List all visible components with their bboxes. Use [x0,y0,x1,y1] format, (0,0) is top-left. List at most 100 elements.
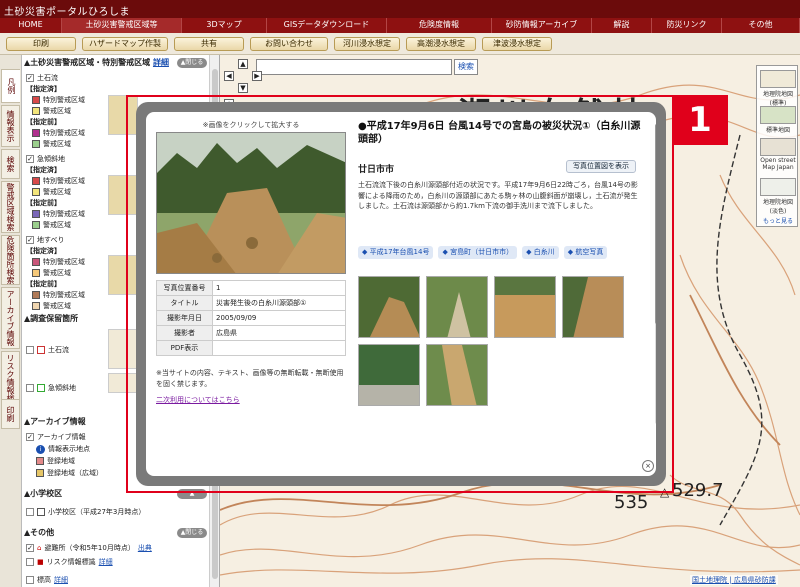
nav-sediment-warning-areas[interactable]: 土砂災害警戒区域等 [62,18,182,33]
popup-right-column: ●平成17年9月6日 台風14号での宮島の被災状況①（白糸川源頭部） 廿日市市 … [358,120,643,470]
checkbox[interactable]: ✓ [26,236,34,244]
storm-surge-button[interactable]: 高潮浸水想定 [406,37,476,51]
legend-section-title: ▲小学校区 [24,489,63,498]
checkbox[interactable]: ✓ [26,544,34,552]
popup-close-icon[interactable]: × [642,460,654,472]
swatch [32,129,40,137]
nav-other[interactable]: その他 [722,18,800,33]
photo-thumbnail[interactable] [494,276,556,338]
legend-row: 特別警戒区域 [32,176,85,186]
legend-row[interactable]: ■ リスク情報標識 詳細 [26,557,113,567]
nav-home[interactable]: HOME [0,18,62,33]
swatch [36,457,44,465]
tab-legend[interactable]: 凡例 [1,69,20,103]
swatch [32,177,40,185]
tag[interactable]: ◆ 宮島町（廿日市市） [438,246,518,259]
tab-archive-search[interactable]: アーカイブ情報検索 [1,287,20,349]
checkbox[interactable] [26,346,34,354]
elevation-detail-link[interactable]: 詳細 [54,575,68,585]
legend-row[interactable]: ✓ ⌂ 避難所（令和5年10月時点） 出典 [26,543,152,553]
nav-sabo-archive[interactable]: 砂防情報アーカイブ [492,18,592,33]
share-button[interactable]: 共有 [174,37,244,51]
shelter-source-link[interactable]: 出典 [138,543,152,553]
tab-hazard-spot-search[interactable]: 危険箇所検索 [1,235,20,285]
legend-section-title: ▲調査保留箇所 [24,314,79,323]
photo-thumbnail[interactable] [358,276,420,338]
tag-icon: ◆ [526,248,532,256]
legend-row[interactable]: ✓ 土石流 [26,73,58,83]
tsunami-button[interactable]: 津波浸水想定 [482,37,552,51]
checkbox[interactable] [26,558,34,566]
checkbox[interactable] [26,384,34,392]
toolbar: 印刷 ハザードマップ作製 共有 お問い合わせ 河川浸水想定 高潮浸水想定 津波浸… [0,33,800,55]
map-elevation-label: 535 [614,492,649,513]
nav-3d-map[interactable]: 3Dマップ [182,18,267,33]
main-photo[interactable] [156,132,346,274]
legend-row[interactable]: ✓ 急傾斜地 [26,154,65,164]
secondary-use-link[interactable]: 二次利用についてはこちら [156,395,240,405]
legend-row[interactable]: ✓ 地すべり [26,235,65,245]
tag[interactable]: ◆ 白糸川 [522,246,559,259]
checkbox[interactable] [26,508,34,516]
pan-left-icon[interactable]: ◀ [224,71,234,81]
nav-explanation[interactable]: 解説 [592,18,652,33]
photo-thumbnail[interactable] [358,344,420,406]
hazard-map-button[interactable]: ハザードマップ作製 [82,37,168,51]
checkbox[interactable]: ✓ [26,433,34,441]
legend-sample-map [108,255,138,295]
checkbox[interactable] [26,576,34,584]
tag[interactable]: ◆ 平成17年台風14号 [358,246,434,259]
contact-button[interactable]: お問い合わせ [250,37,328,51]
basemap-more-link[interactable]: もっと見る [759,216,797,225]
triangulation-point-icon: △ [660,485,670,499]
legend-detail-link[interactable]: 詳細 [153,58,169,67]
tab-search[interactable]: 検索 [1,149,20,179]
checkbox[interactable]: ✓ [26,74,34,82]
basemap-option[interactable]: 標準地図 [759,106,797,134]
map-search-button[interactable]: 検索 [454,59,478,75]
legend-row: 警戒区域 [32,139,71,149]
pan-up-icon[interactable]: ▲ [238,59,248,69]
nav-risk-info[interactable]: 危険度情報 [387,18,492,33]
tab-info-display[interactable]: 情報表示 [1,105,20,147]
legend-collapse-button[interactable]: ▲閉じる [177,58,207,68]
map-search-input[interactable] [256,59,452,75]
checkbox[interactable]: ✓ [26,155,34,163]
legend-collapse-button[interactable]: ▲ [177,489,207,499]
legend-row[interactable]: 急傾斜地 [26,383,76,393]
nav-gis-download[interactable]: GISデータダウンロード [267,18,387,33]
legend-collapse-button[interactable]: ▲閉じる [177,528,207,538]
pan-right-icon[interactable]: ▶ [252,71,262,81]
show-photo-location-button[interactable]: 写真位置図を表示 [566,160,636,173]
photo-info-table: 写真位置番号 1 タイトル 災害発生後の白糸川源頭部① 撮影年月日 2005/09/0… [156,280,346,356]
nav-disaster-links[interactable]: 防災リンク [652,18,722,33]
map-attribution[interactable]: 国土地理院 | 広島県砂防課 [690,575,778,585]
legend-row[interactable]: 標高 詳細 [26,575,68,585]
print-button[interactable]: 印刷 [6,37,76,51]
tag[interactable]: ◆ 航空写真 [563,246,608,259]
risk-detail-link[interactable]: 詳細 [99,557,113,567]
photo-thumbnail[interactable] [426,276,488,338]
legend-row[interactable]: ✓ アーカイブ情報 [26,432,86,442]
legend-row[interactable]: 土石流 [26,345,69,355]
legend-sample-map [108,95,138,135]
basemap-option[interactable]: 地理院地図(淡色) [759,178,797,215]
legend-row: 特別警戒区域 [32,128,85,138]
pan-down-icon[interactable]: ▼ [238,83,248,93]
popup-description: 土石流流下後の白糸川源頭部付近の状況です。平成17年9月6日22時ごろ，台風14… [358,181,638,210]
tab-warning-area-search[interactable]: 警戒区域検索 [1,181,20,233]
archive-popup: ※画像をクリックして拡大する 写真位置番号 1 タイトル 災害発生後の白糸川源頭部①… [136,102,666,486]
river-flood-button[interactable]: 河川浸水想定 [334,37,400,51]
site-title[interactable]: 土砂災害ポータルひろしま [4,3,130,18]
basemap-option[interactable]: Open street Map Japan [759,138,797,171]
scrollbar-thumb[interactable] [655,124,656,324]
popup-scrollbar[interactable] [654,114,656,434]
photo-thumbnail[interactable] [562,276,624,338]
basemap-selector: 地理院地図(標準) 標準地図 Open street Map Japan 地理院… [756,65,798,227]
legend-row: 登録地域（広域） [36,468,103,478]
legend-row[interactable]: 小学校区（平成27年3月時点） [26,507,145,517]
basemap-option[interactable]: 地理院地図(標準) [759,70,797,107]
photo-thumbnail[interactable] [426,344,488,406]
tab-print[interactable]: 印刷 [1,399,20,429]
table-row: 撮影者 広島県 [156,325,346,341]
